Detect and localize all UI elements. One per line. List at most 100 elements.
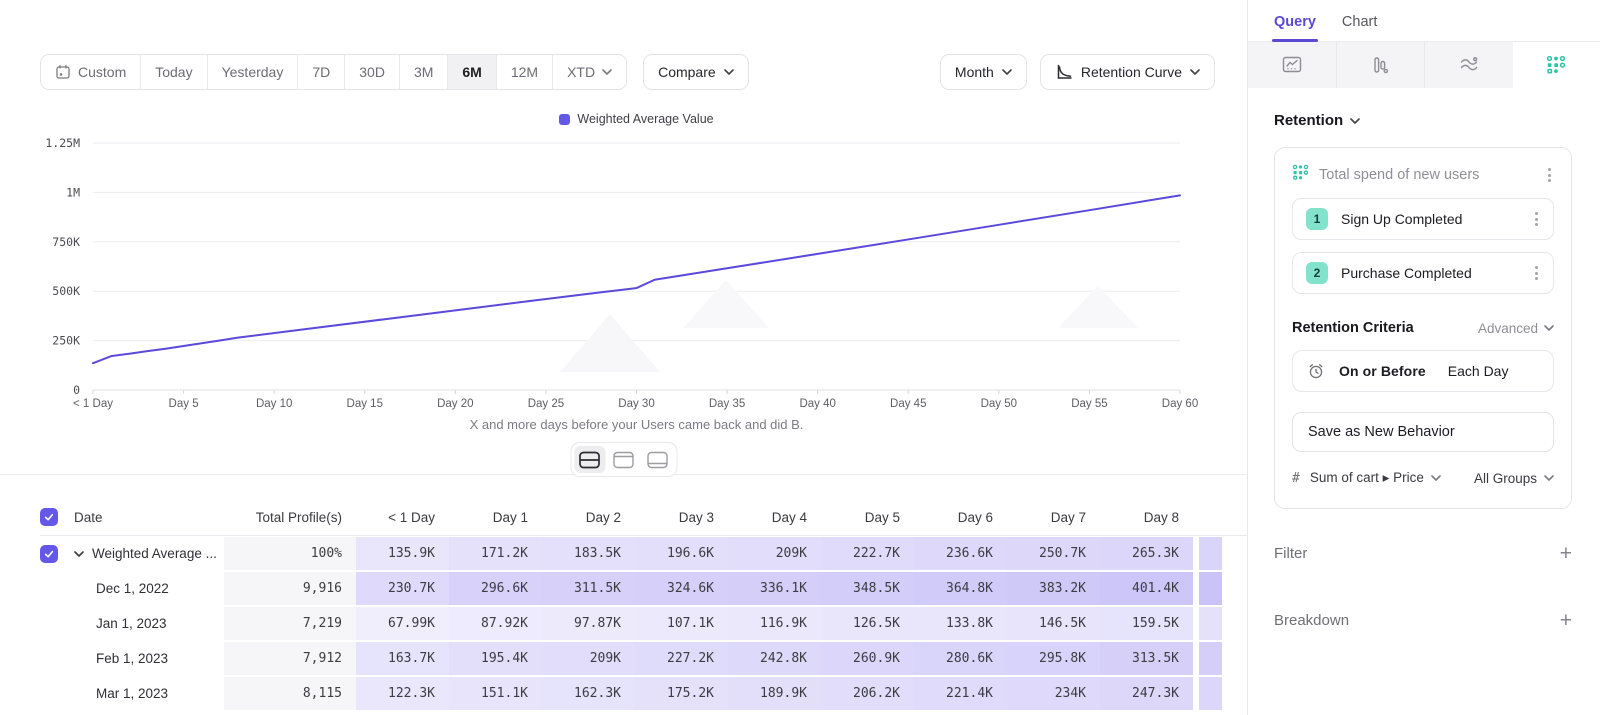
kebab-menu-icon[interactable] xyxy=(1532,209,1541,229)
compare-button[interactable]: Compare xyxy=(643,54,749,90)
svg-text:Day 60: Day 60 xyxy=(1162,398,1198,410)
svg-text:Day 40: Day 40 xyxy=(799,398,835,410)
view-toggle-split-bottom-icon[interactable] xyxy=(642,446,673,473)
table-row[interactable]: Weighted Average ...100%135.9K171.2K183.… xyxy=(40,536,1247,571)
retention-value-cell: 265.3K xyxy=(1100,537,1193,570)
table-cell xyxy=(40,537,74,570)
save-behavior-button[interactable]: Save as New Behavior xyxy=(1292,412,1554,452)
kebab-menu-icon[interactable] xyxy=(1532,263,1541,283)
chart-style-button[interactable]: Retention Curve xyxy=(1040,54,1215,90)
retention-value-cell: 295.8K xyxy=(1007,642,1100,675)
range-12m[interactable]: 12M xyxy=(497,55,553,89)
column-header: Day 8 xyxy=(1100,510,1193,525)
retention-value-cell: 206.2K xyxy=(821,677,914,710)
table-body: Weighted Average ...100%135.9K171.2K183.… xyxy=(40,536,1247,711)
retention-value-cell: 313.5K xyxy=(1100,642,1193,675)
chart-type-bar-chart-icon[interactable] xyxy=(1337,42,1426,88)
svg-text:Day 10: Day 10 xyxy=(256,398,292,410)
retention-value-cell: 401.4K xyxy=(1100,572,1193,605)
behavior-card: Total spend of new users 1Sign Up Comple… xyxy=(1274,147,1572,509)
measure-property-dropdown[interactable]: Sum of cart ▸ Price xyxy=(1310,470,1441,486)
svg-text:Day 30: Day 30 xyxy=(618,398,654,410)
range-yesterday[interactable]: Yesterday xyxy=(208,55,299,89)
retention-value-cell-clipped xyxy=(1193,642,1222,675)
table-row[interactable]: Dec 1, 20229,916230.7K296.6K311.5K324.6K… xyxy=(40,571,1247,606)
column-header: Total Profile(s) xyxy=(224,510,356,525)
chevron-down-icon xyxy=(1002,69,1012,75)
table-cell xyxy=(40,642,74,675)
query-sidebar: Query Chart Retention Total spend of new… xyxy=(1247,0,1600,715)
svg-text:Day 55: Day 55 xyxy=(1071,398,1107,410)
add-filter-button[interactable]: + xyxy=(1560,543,1572,564)
retention-value-cell: 296.6K xyxy=(449,572,542,605)
retention-value-cell: 247.3K xyxy=(1100,677,1193,710)
retention-value-cell: 171.2K xyxy=(449,537,542,570)
legend-label: Weighted Average Value xyxy=(577,112,713,126)
range-custom[interactable]: Custom xyxy=(41,55,141,89)
breakdown-label: Breakdown xyxy=(1274,612,1349,629)
retention-value-cell: 222.7K xyxy=(821,537,914,570)
filter-section: Filter + xyxy=(1274,543,1572,564)
step-event-label: Purchase Completed xyxy=(1341,265,1519,281)
chevron-down-icon xyxy=(1544,475,1554,481)
range-today[interactable]: Today xyxy=(141,55,207,89)
column-header: Day 7 xyxy=(1007,510,1100,525)
criteria-mode-dropdown[interactable]: Advanced xyxy=(1478,321,1554,336)
criteria-window-card[interactable]: On or Before Each Day xyxy=(1292,350,1554,392)
retention-value-cell: 116.9K xyxy=(728,607,821,640)
retention-section-label: Retention xyxy=(1274,112,1343,129)
measure-property-label: Sum of cart ▸ Price xyxy=(1310,470,1424,486)
chevron-down-icon[interactable] xyxy=(74,551,84,557)
retention-value-cell: 67.99K xyxy=(356,607,449,640)
view-toggle-split-middle-icon[interactable] xyxy=(574,446,605,473)
retention-value-cell: 311.5K xyxy=(542,572,635,605)
behavior-step[interactable]: 2Purchase Completed xyxy=(1292,252,1554,294)
chart-type-line-chart-icon[interactable] xyxy=(1248,42,1337,88)
add-breakdown-button[interactable]: + xyxy=(1560,610,1572,631)
range-7d[interactable]: 7D xyxy=(298,55,345,89)
table-row[interactable]: Mar 1, 20238,115122.3K151.1K162.3K175.2K… xyxy=(40,676,1247,711)
tab-query[interactable]: Query xyxy=(1274,14,1316,41)
svg-text:Day 25: Day 25 xyxy=(528,398,564,410)
behavior-card-header: Total spend of new users xyxy=(1292,164,1554,186)
behavior-step[interactable]: 1Sign Up Completed xyxy=(1292,198,1554,240)
range-xtd[interactable]: XTD xyxy=(553,55,626,89)
retention-value-cell: 234K xyxy=(1007,677,1100,710)
svg-text:1.25M: 1.25M xyxy=(45,136,80,150)
column-header: Day 2 xyxy=(542,510,635,525)
range-3m[interactable]: 3M xyxy=(400,55,448,89)
range-label: 30D xyxy=(359,64,385,80)
total-profiles-cell: 9,916 xyxy=(224,572,356,605)
chart-type-flow-chart-icon[interactable] xyxy=(1425,42,1513,88)
date-cell: Feb 1, 2023 xyxy=(74,642,224,675)
chart-type-retention-grid-icon[interactable] xyxy=(1513,42,1600,88)
table-row[interactable]: Feb 1, 20237,912163.7K195.4K209K227.2K24… xyxy=(40,641,1247,676)
retention-value-cell-clipped xyxy=(1193,537,1222,570)
legend-swatch xyxy=(559,114,570,125)
svg-text:250K: 250K xyxy=(52,334,80,348)
view-toggle-split-top-icon[interactable] xyxy=(608,446,639,473)
kebab-menu-icon[interactable] xyxy=(1545,165,1554,185)
chevron-down-icon xyxy=(1190,69,1200,75)
criteria-condition: On or Before xyxy=(1339,363,1426,379)
range-30d[interactable]: 30D xyxy=(345,55,400,89)
retention-value-cell: 383.2K xyxy=(1007,572,1100,605)
retention-section-header[interactable]: Retention xyxy=(1274,112,1572,129)
table-row[interactable]: Jan 1, 20237,21967.99K87.92K97.87K107.1K… xyxy=(40,606,1247,641)
granularity-button[interactable]: Month xyxy=(940,54,1027,90)
retention-value-cell-clipped xyxy=(1193,572,1222,605)
retention-criteria-row: Retention Criteria Advanced xyxy=(1292,320,1554,336)
svg-text:Day 15: Day 15 xyxy=(347,398,383,410)
column-header: Date xyxy=(74,510,224,525)
group-dropdown[interactable]: All Groups xyxy=(1474,471,1554,486)
tab-chart[interactable]: Chart xyxy=(1342,14,1377,41)
step-event-label: Sign Up Completed xyxy=(1341,211,1519,227)
retention-value-cell: 209K xyxy=(728,537,821,570)
select-all-checkbox[interactable] xyxy=(40,508,58,526)
retention-value-cell-clipped xyxy=(1193,677,1222,710)
date-label: Dec 1, 2022 xyxy=(96,581,169,596)
range-6m[interactable]: 6M xyxy=(448,55,496,89)
row-checkbox[interactable] xyxy=(40,545,58,563)
retention-curve-icon xyxy=(1055,63,1073,81)
total-profiles-cell: 7,912 xyxy=(224,642,356,675)
